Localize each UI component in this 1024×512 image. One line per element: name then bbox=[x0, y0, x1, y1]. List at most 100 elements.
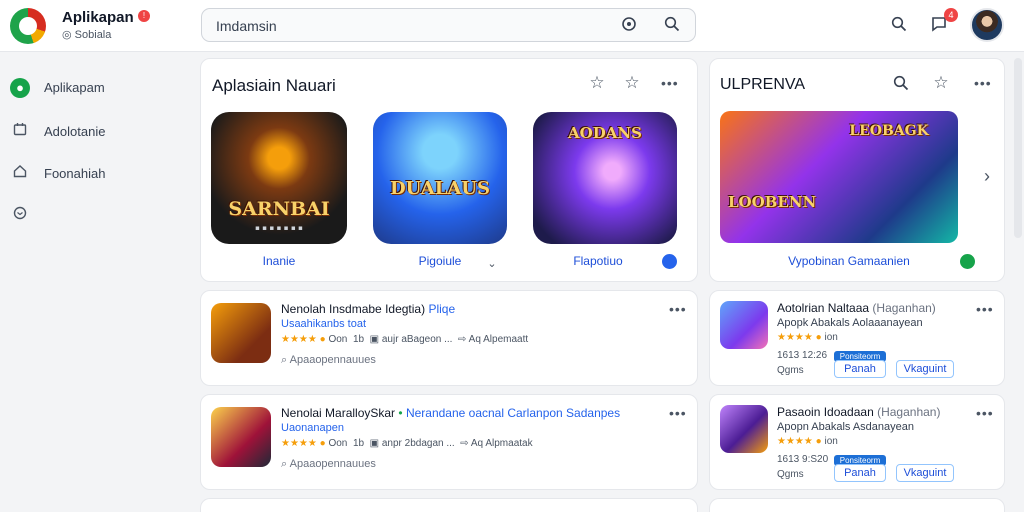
search-icon[interactable] bbox=[890, 16, 908, 36]
chat-icon bbox=[10, 206, 30, 226]
promo-art-text: LEOBAGK bbox=[849, 123, 929, 139]
row-meta: ★★★★ ● ion bbox=[777, 436, 838, 447]
row-date2: Qgms bbox=[777, 469, 804, 480]
sidebar-item-label: Aplikapam bbox=[44, 80, 105, 95]
row-footer: ⌕ Apaaopennauues bbox=[281, 354, 376, 367]
row-subtitle[interactable]: Usaahikanbs toat bbox=[281, 318, 366, 330]
app-tile[interactable]: AODANS bbox=[533, 112, 677, 244]
sidebar-item-chat[interactable] bbox=[10, 204, 190, 226]
more-icon[interactable]: ••• bbox=[669, 405, 687, 421]
android-icon: ● bbox=[10, 78, 30, 98]
rating-value: Oon bbox=[328, 438, 348, 449]
row-date: 1613 9:S20 bbox=[777, 454, 829, 465]
side-list-item[interactable]: Pasaoin Idoadaan (Haganhan) Apopn Abakal… bbox=[709, 394, 1005, 490]
more-icon[interactable]: ••• bbox=[669, 301, 687, 317]
more-icon[interactable]: ••• bbox=[976, 405, 994, 421]
rating-value: ion bbox=[824, 436, 838, 447]
search-bar[interactable]: Imdamsin bbox=[201, 8, 696, 42]
sidebar-item-apps[interactable]: ● Aplikapam bbox=[10, 76, 190, 98]
star-icon: ● bbox=[319, 334, 326, 345]
row-meta: ★★★★ ● Oon 1b ▣ aujr aBageon ... ⇨ Aq Al… bbox=[281, 334, 528, 345]
scrollbar[interactable] bbox=[1014, 58, 1022, 238]
search-icon[interactable] bbox=[663, 16, 681, 36]
chevron-right-icon[interactable]: › bbox=[980, 167, 994, 185]
row-footer-text: Apaaopennauues bbox=[289, 354, 376, 366]
tile-art-subtext: ▪ ▪ ▪ ▪ ▪ ▪ ▪ bbox=[255, 223, 303, 232]
target-icon[interactable] bbox=[620, 16, 638, 36]
promo-card: ULPRENVA ☆ ••• LEOBAGK LOOBENN › Vypobin… bbox=[709, 58, 1005, 282]
search-icon[interactable] bbox=[892, 75, 910, 95]
sidebar-item-home[interactable]: Foonahiah bbox=[10, 162, 190, 184]
row-title-text: Pasaoin Idoadaan bbox=[777, 405, 874, 419]
app-subtitle-text: Sobiala bbox=[74, 29, 112, 41]
app-tile[interactable]: SARNBAI ▪ ▪ ▪ ▪ ▪ ▪ ▪ bbox=[211, 112, 347, 244]
row-title-link[interactable]: Nerandane oacnal Carlanpon Sadanpes bbox=[406, 406, 620, 420]
tile-caption[interactable]: Flapotiuo bbox=[533, 254, 663, 268]
more-icon[interactable]: ••• bbox=[661, 75, 679, 91]
app-logo[interactable] bbox=[10, 8, 46, 44]
promo-banner[interactable]: LEOBAGK LOOBENN bbox=[720, 111, 958, 243]
star-icon[interactable]: ☆ bbox=[622, 74, 642, 92]
list-item[interactable]: Nenolah Insdmabe Idegtia) Pliqe Usaahika… bbox=[200, 290, 698, 386]
row-footer: ⌕ Apaaopennauues bbox=[281, 458, 376, 471]
app-thumbnail[interactable] bbox=[211, 407, 271, 467]
row-title-text: Aotolrian Naltaaa bbox=[777, 301, 870, 315]
star-icon: ● bbox=[815, 436, 822, 447]
notification-badge: 4 bbox=[944, 8, 958, 22]
dot-icon: • bbox=[398, 406, 403, 420]
row-title-text: Nenolai MaralloySkar bbox=[281, 406, 396, 420]
badge-icon bbox=[960, 254, 975, 269]
promo-caption[interactable]: Vypobinan Gamaanien bbox=[754, 254, 944, 268]
tag-button[interactable]: Panah bbox=[834, 464, 886, 482]
rating-value: ion bbox=[824, 332, 838, 343]
app-thumbnail[interactable] bbox=[720, 301, 768, 349]
search-input[interactable]: Imdamsin bbox=[216, 18, 277, 34]
list-item[interactable]: Nenolai MaralloySkar • Nerandane oacnal … bbox=[200, 394, 698, 490]
app-subtitle: ◎ Sobiala bbox=[62, 28, 111, 41]
chevron-down-icon[interactable]: ⌄ bbox=[485, 255, 499, 273]
search-icon: ⌕ bbox=[281, 458, 288, 470]
list-item-partial[interactable] bbox=[200, 498, 698, 512]
tile-art-text: AODANS bbox=[568, 124, 642, 142]
row-meta-text: Aq Alpmaatak bbox=[470, 438, 533, 449]
star-icon: ● bbox=[319, 438, 326, 449]
sidebar-item-calendar[interactable]: Adolotanie bbox=[10, 120, 190, 142]
app-thumbnail[interactable] bbox=[211, 303, 271, 363]
row-title-extra: (Haganhan) bbox=[872, 301, 936, 315]
more-icon[interactable]: ••• bbox=[974, 75, 992, 91]
side-list-item-partial[interactable] bbox=[709, 498, 1005, 512]
rating-value: Oon bbox=[328, 334, 348, 345]
more-icon[interactable]: ••• bbox=[976, 301, 994, 317]
tile-caption[interactable]: Inanie bbox=[211, 254, 347, 268]
sidebar-item-label: Foonahiah bbox=[44, 166, 106, 181]
star-icon[interactable]: ☆ bbox=[587, 74, 607, 92]
row-subtitle[interactable]: Uaonanapen bbox=[281, 422, 344, 434]
side-list-item[interactable]: Aotolrian Naltaaa (Haganhan) Apopk Abaka… bbox=[709, 290, 1005, 386]
featured-title: Aplasiain Nauari bbox=[212, 76, 336, 95]
get-button[interactable]: Vkaguint bbox=[896, 360, 954, 378]
row-line2: Apopn Abakals Asdanayean bbox=[777, 421, 915, 433]
search-icon: ⌕ bbox=[281, 354, 288, 366]
row-title-text: Nenolah Insdmabe Idegtia) bbox=[281, 302, 426, 316]
row-title: Pasaoin Idoadaan (Haganhan) bbox=[777, 405, 940, 419]
row-title-link[interactable]: Pliqe bbox=[428, 302, 455, 316]
avatar[interactable] bbox=[970, 8, 1004, 42]
badge-icon bbox=[662, 254, 677, 269]
app-thumbnail[interactable] bbox=[720, 405, 768, 453]
size-value: 1b bbox=[352, 438, 365, 449]
share-icon: ⇨ bbox=[458, 334, 467, 345]
promo-art-text: LOOBENN bbox=[728, 193, 817, 211]
row-meta-text: aujr aBageon ... bbox=[381, 334, 453, 345]
featured-card: Aplasiain Nauari ☆ ☆ ••• SARNBAI ▪ ▪ ▪ ▪… bbox=[200, 58, 698, 282]
star-icon[interactable]: ☆ bbox=[931, 74, 951, 92]
row-title: Nenolai MaralloySkar • Nerandane oacnal … bbox=[281, 406, 620, 420]
tag-button[interactable]: Panah bbox=[834, 360, 886, 378]
app-tile[interactable]: DUALAUS bbox=[373, 112, 507, 244]
sidebar-item-label: Adolotanie bbox=[44, 124, 106, 139]
rating-stars: ★★★★ bbox=[777, 436, 813, 447]
row-meta-text: Aq Alpemaatt bbox=[468, 334, 529, 345]
get-button[interactable]: Vkaguint bbox=[896, 464, 954, 482]
app-badge: ! bbox=[138, 10, 150, 22]
rating-stars: ★★★★ bbox=[281, 334, 317, 345]
calendar-icon bbox=[10, 122, 30, 142]
